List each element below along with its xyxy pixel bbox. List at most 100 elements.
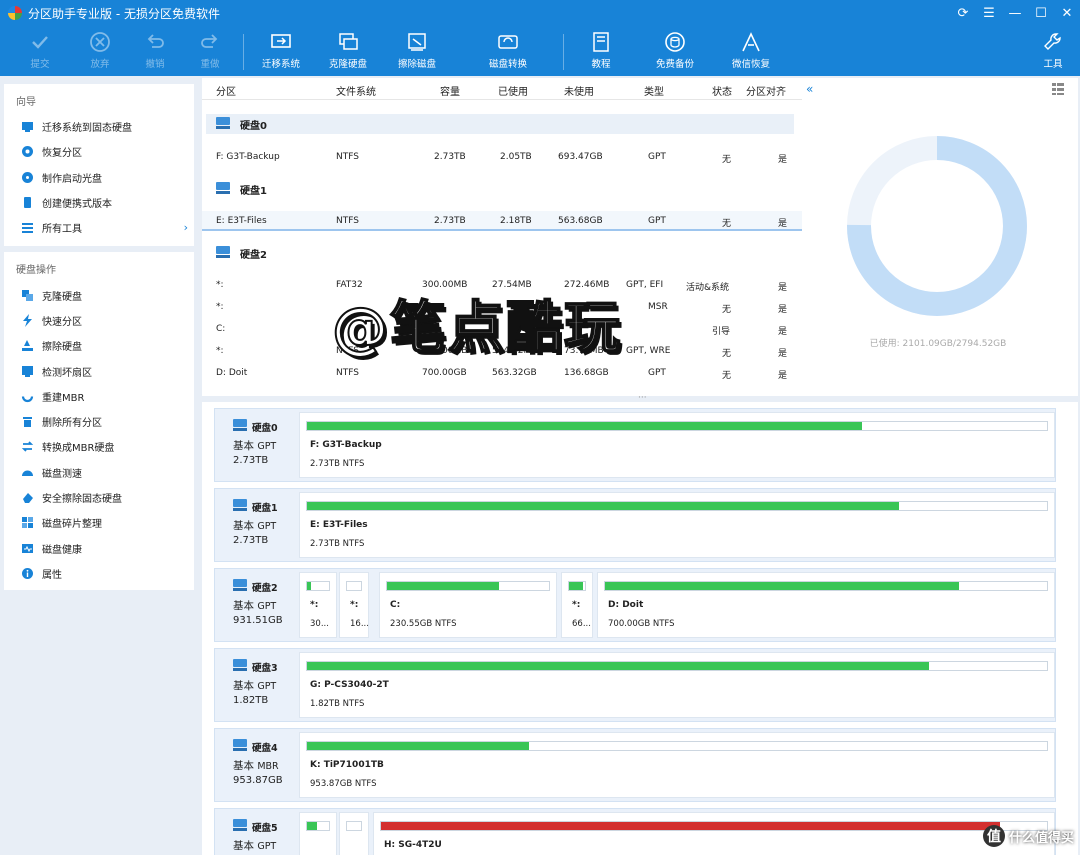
table-cell: NTFS xyxy=(336,216,359,226)
partition-block[interactable]: K: TiP71001TB 953.87GB NTFS xyxy=(299,732,1055,798)
sidebar-item-boot-disc[interactable]: 制作启动光盘 xyxy=(4,165,194,190)
table-row-selected[interactable]: E: E3T-Files NTFS 2.73TB 2.18TB 563.68GB… xyxy=(202,211,802,231)
partition-block[interactable]: C: 230.55GB NTFS xyxy=(379,572,557,638)
sidebar-item-disk-health[interactable]: 磁盘健康 xyxy=(4,535,194,560)
table-row[interactable]: D: Doit NTFS 700.00GB 563.32GB 136.68GB … xyxy=(202,363,802,383)
sidebar-item-bad-sector[interactable]: 检测坏扇区 xyxy=(4,358,194,383)
table-cell: NTFS xyxy=(336,152,359,162)
collapse-panel-icon[interactable]: « xyxy=(806,82,813,96)
migrate-os-button[interactable]: 迁移系统 xyxy=(251,30,311,70)
disk-size: 2.73TB xyxy=(233,455,269,466)
all-tools-icon xyxy=(20,221,34,235)
table-cell: 无 xyxy=(722,155,732,165)
partition-usage-bar xyxy=(346,821,362,831)
disk-name-label: 硬盘3 xyxy=(252,662,278,674)
partition-block[interactable]: E: E3T-Files 2.73TB NTFS xyxy=(299,492,1055,558)
sidebar-item-disk-speed[interactable]: 磁盘测速 xyxy=(4,460,194,485)
disk-info: 硬盘4 基本 MBR 953.87GB xyxy=(215,729,299,801)
table-cell: 2.05TB xyxy=(500,152,532,162)
sidebar-item-clone-disk[interactable]: 克隆硬盘 xyxy=(4,282,194,307)
table-row[interactable]: F: G3T-Backup NTFS 2.73TB 2.05TB 693.47G… xyxy=(202,147,802,167)
disk-type: 基本 GPT xyxy=(233,518,299,533)
partition-name: E: E3T-Files xyxy=(310,520,368,530)
sidebar-item-portable[interactable]: 创建便携式版本 xyxy=(4,190,194,215)
column-header[interactable]: 已使用 xyxy=(498,83,528,98)
disk-size: 2.73TB xyxy=(233,535,269,546)
sidebar-item-label: 创建便携式版本 xyxy=(42,199,112,211)
wipe-disk-button[interactable]: 擦除磁盘 xyxy=(387,30,447,70)
column-header[interactable]: 未使用 xyxy=(564,83,594,98)
column-header[interactable]: 分区 xyxy=(216,83,236,98)
partition-block[interactable] xyxy=(299,812,337,855)
column-header[interactable]: 类型 xyxy=(644,83,664,98)
refresh-icon[interactable]: ⟳ xyxy=(950,0,976,26)
partition-info: 2.73TB NTFS xyxy=(310,459,365,469)
clone-disk-button[interactable]: 克隆硬盘 xyxy=(318,30,378,70)
disk-card[interactable]: 硬盘1 基本 GPT 2.73TB E: E3T-Files 2.73TB NTFS xyxy=(214,488,1056,562)
submit-button[interactable]: 提交 xyxy=(10,30,70,70)
partition-name: *: xyxy=(310,600,319,610)
discard-button[interactable]: 放弃 xyxy=(70,30,130,70)
disk-group-header[interactable]: 硬盘0 xyxy=(206,114,794,134)
toolbar-label: 工具 xyxy=(1043,59,1063,70)
partition-block[interactable]: G: P-CS3040-2T 1.82TB NTFS xyxy=(299,652,1055,718)
tools-button[interactable]: 工具 xyxy=(1023,30,1080,70)
disk-card[interactable]: 硬盘3 基本 GPT 1.82TB G: P-CS3040-2T 1.82TB NTFS xyxy=(214,648,1056,722)
column-header[interactable]: 状态 xyxy=(712,83,732,98)
disk-name-label: 硬盘5 xyxy=(252,822,278,834)
free-backup-button[interactable]: 免费备份 xyxy=(645,30,705,70)
close-button[interactable]: ✕ xyxy=(1054,0,1080,26)
toolbar-label: 迁移系统 xyxy=(261,59,300,70)
tutorial-button[interactable]: 教程 xyxy=(571,30,631,70)
app-logo-icon xyxy=(8,6,22,20)
disk-type: 基本 GPT xyxy=(233,678,299,693)
minimize-button[interactable]: — xyxy=(1002,0,1028,26)
sidebar-item-migrate-ssd[interactable]: 迁移系统到固态硬盘 xyxy=(4,114,194,139)
menu-icon[interactable]: ☰ xyxy=(976,0,1002,26)
maximize-button[interactable]: ☐ xyxy=(1028,0,1054,26)
wechat-recovery-button[interactable]: 微信恢复 xyxy=(721,30,781,70)
partition-block[interactable] xyxy=(339,812,369,855)
disk-ops-heading: 硬盘操作 xyxy=(16,265,56,277)
disk-group-header[interactable]: 硬盘1 xyxy=(206,179,794,199)
disk-card[interactable]: 硬盘5 基本 GPT H: SG-4T2U xyxy=(214,808,1056,855)
sidebar-item-wipe-disk[interactable]: 擦除硬盘 xyxy=(4,333,194,358)
partition-block[interactable]: H: SG-4T2U xyxy=(373,812,1055,855)
disk-card[interactable]: 硬盘4 基本 MBR 953.87GB K: TiP71001TB 953.87GB N… xyxy=(214,728,1056,802)
disk-group-header[interactable]: 硬盘2 xyxy=(206,243,794,263)
sidebar-item-recover-partition[interactable]: 恢复分区 xyxy=(4,139,194,164)
partition-block[interactable]: *: 30... xyxy=(299,572,337,638)
disk-card[interactable]: 硬盘0 基本 GPT 2.73TB F: G3T-Backup 2.73TB NTFS xyxy=(214,408,1056,482)
disk-card[interactable]: 硬盘2 基本 GPT 931.51GB *: 30... *: 16... C: 230.55G… xyxy=(214,568,1056,642)
column-header[interactable]: 文件系统 xyxy=(336,83,376,98)
table-cell: C: xyxy=(216,324,226,334)
partition-block[interactable]: D: Doit 700.00GB NTFS xyxy=(597,572,1055,638)
sidebar-item-quick-partition[interactable]: 快速分区 xyxy=(4,308,194,333)
sidebar-item-defrag[interactable]: 磁盘碎片整理 xyxy=(4,510,194,535)
disk-convert-button[interactable]: 磁盘转换 xyxy=(478,30,538,70)
sidebar-item-properties[interactable]: 属性 xyxy=(4,561,194,586)
column-header[interactable]: 容量 xyxy=(440,83,460,98)
sidebar-item-label: 属性 xyxy=(42,569,62,581)
sidebar-item-delete-all[interactable]: 删除所有分区 xyxy=(4,409,194,434)
sidebar-item-rebuild-mbr[interactable]: 重建MBR xyxy=(4,384,194,409)
sidebar-item-secure-erase[interactable]: 安全擦除固态硬盘 xyxy=(4,485,194,510)
layout-toggle-icon[interactable] xyxy=(1052,83,1064,95)
info-icon xyxy=(20,566,34,580)
column-header[interactable]: 分区对齐 xyxy=(746,83,786,98)
partition-block[interactable]: *: 16... xyxy=(339,572,369,638)
partition-block[interactable]: *: 66... xyxy=(561,572,593,638)
partition-usage-fill xyxy=(381,822,1001,830)
sidebar-item-label: 擦除硬盘 xyxy=(42,342,82,354)
disk-name-label: 硬盘2 xyxy=(252,582,278,594)
migrate-icon xyxy=(20,120,34,134)
sidebar-item-all-tools[interactable]: 所有工具 › xyxy=(4,215,194,240)
sidebar-item-convert-mbr[interactable]: 转换成MBR硬盘 xyxy=(4,434,194,459)
partition-info: 66... xyxy=(572,619,591,629)
undo-button[interactable]: 撤销 xyxy=(125,30,185,70)
partition-info: 700.00GB NTFS xyxy=(608,619,675,629)
partition-block[interactable]: F: G3T-Backup 2.73TB NTFS xyxy=(299,412,1055,478)
table-header: 分区 文件系统 容量 已使用 未使用 类型 状态 分区对齐 xyxy=(202,78,802,100)
table-cell: GPT xyxy=(648,368,666,378)
redo-button[interactable]: 重做 xyxy=(180,30,240,70)
